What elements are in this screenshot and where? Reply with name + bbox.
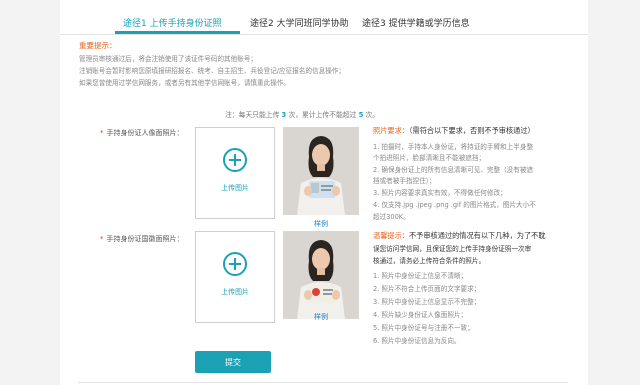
upload-label: 上传图片 [221,288,249,296]
upload-label: 上传图片 [221,184,249,192]
field-label-front: * 手持身份证人像面照片： [100,129,184,137]
warning-line: 6. 照片中身份证信息为反向。 [373,337,461,345]
warning-line: 5. 照片中身份证号与注册不一致； [373,324,474,332]
notice-line: 如果您曾使用过学信网服务，或者另有其他学信网账号，请慎重此操作。 [79,79,290,87]
plus-icon [223,252,247,276]
sample-link-front[interactable]: 样例 [314,219,328,229]
field-label-back: * 手持身份证国徽面照片： [100,235,184,243]
notice-line: 管理员审核通过后，将会注销使用了该证件号码的其他账号； [79,55,258,63]
warning-line: 1. 照片中身份证上信息不清晰； [373,272,468,280]
plus-icon [223,148,247,172]
requirement-line: 2. 确保身份证上的所有信息清晰可见、完整（没有被遮 [373,166,534,174]
tab-classmate-assist[interactable]: 途径2 大学同班同学协助 [250,16,349,29]
sample-link-back[interactable]: 样例 [314,312,328,322]
upload-panel: 途径1 上传手持身份证照 途径2 大学同班同学协助 途径3 提供学籍或学历信息 … [60,0,588,385]
notice-line: 注销账号会暂时影响您原填报研招报名、统考、自主招生、兵役登记/应征报名的信息操作… [79,67,345,75]
requirement-line: 超过300K。 [373,213,410,221]
submit-button[interactable]: 提交 [195,351,271,373]
warning-head-line: 核通过，请务必上传符合条件的照片。 [373,257,486,265]
tab-handheld-id-photo[interactable]: 途径1 上传手持身份证照 [123,16,222,29]
tab-bar: 途径1 上传手持身份证照 途径2 大学同班同学协助 途径3 提供学籍或学历信息 [60,0,588,35]
requirements-heading: 照片要求：（需符合以下要求，否则不予审核通过） [373,126,535,135]
requirement-line: 挡或者被手指捏住）； [373,177,436,185]
notice-title: 重要提示： [79,41,117,50]
sample-photo-back [283,231,359,319]
requirement-line: 3. 照片内容要求真实有效，不得做任何修改； [373,189,507,197]
warning-line: 4. 照片缺少身份证人像面照片； [373,311,468,319]
divider [78,382,568,383]
requirement-line: 个拍进照片，脸部清晰且不能被遮挡； [373,154,486,162]
warning-line: 2. 照片不符合上传页面的文字要求； [373,285,481,293]
requirement-line: 1. 拍摄时，手持本人身份证，将持证的手臂和上半身整 [373,143,534,151]
warning-line: 3. 照片中身份证上信息显示不完整； [373,298,481,306]
tab-education-info[interactable]: 途径3 提供学籍或学历信息 [362,16,470,29]
daily-limit: 3 [281,111,287,119]
warning-heading: 温馨提示：不予审核通过的情况有以下几种，为了不耽 [373,231,546,240]
warning-head-line: 误您访问学信网，且保证您的上传手持身份证照一次审 [373,245,532,253]
sample-photo-front [283,127,359,215]
total-limit: 5 [358,111,364,119]
upload-back-button[interactable]: 上传图片 [195,231,275,323]
requirement-line: 4. 仅支持.jpg .jpeg .png .gif 的图片格式，图片大小不 [373,201,536,209]
active-tab-indicator [115,31,240,34]
upload-front-button[interactable]: 上传图片 [195,127,275,219]
upload-limit-note: 注：每天只能上传 3 次，累计上传不能超过 5 次。 [225,111,380,119]
